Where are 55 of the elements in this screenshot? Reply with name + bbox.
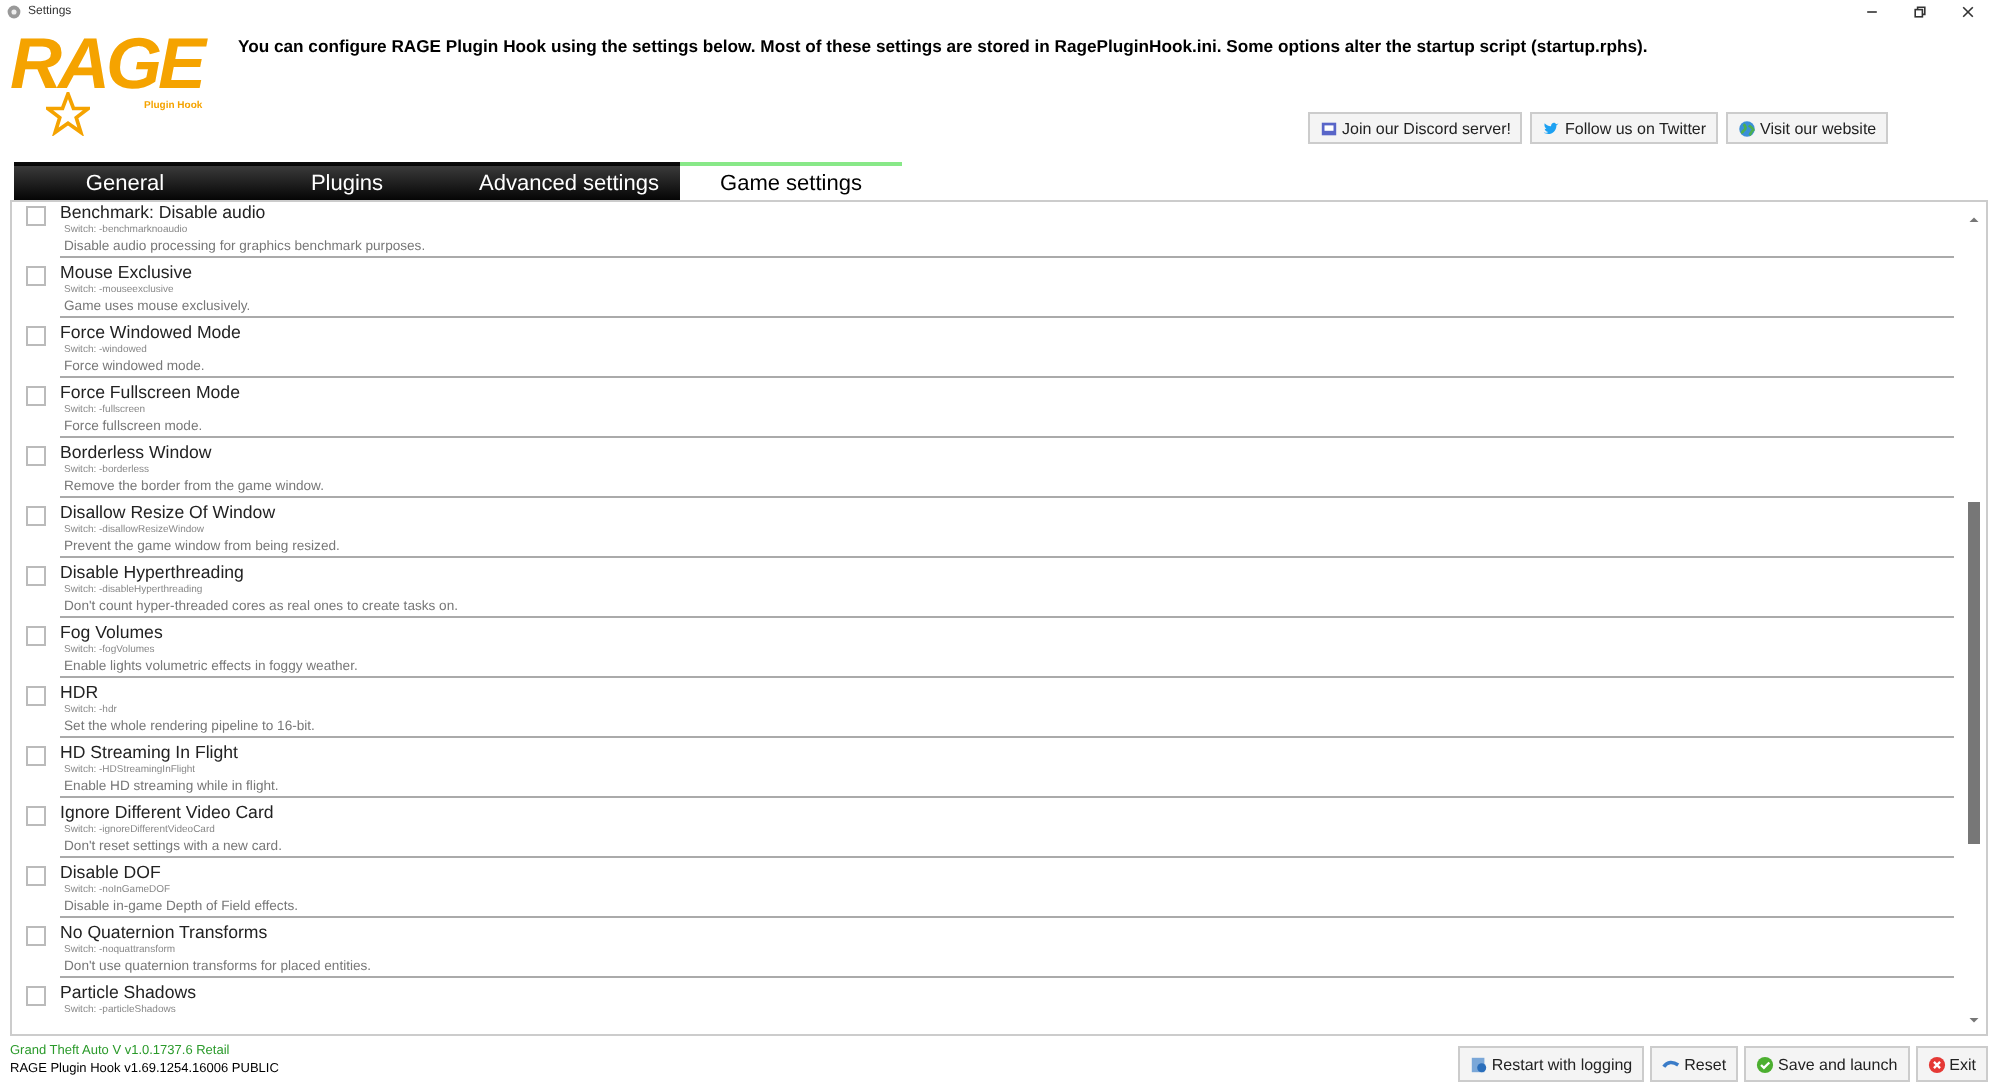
tab[interactable]: General — [14, 162, 236, 200]
bird-icon — [1542, 119, 1561, 137]
close-circle-icon — [1927, 1055, 1946, 1073]
setting-title: No Quaternion Transforms — [60, 922, 268, 944]
globe-icon — [1738, 119, 1757, 137]
setting-title: HD Streaming In Flight — [60, 742, 238, 764]
setting-title: Ignore Different Video Card — [60, 802, 274, 824]
checkbox[interactable] — [26, 506, 46, 526]
gear-icon — [6, 4, 22, 20]
tab[interactable]: Plugins — [236, 162, 458, 200]
setting-title: Borderless Window — [60, 442, 212, 464]
tab[interactable]: Advanced settings — [458, 162, 680, 200]
document-icon — [1469, 1055, 1488, 1073]
setting-title: Benchmark: Disable audio — [60, 202, 266, 224]
footer-button[interactable]: Save and launch — [1744, 1046, 1910, 1082]
checkbox[interactable] — [26, 746, 46, 766]
checkbox[interactable] — [26, 806, 46, 826]
setting-title: Disable DOF — [60, 862, 161, 884]
footer-button[interactable]: Restart with logging — [1457, 1046, 1645, 1082]
link-button[interactable]: Join our Discord server! — [1308, 112, 1523, 144]
setting-title: Particle Shadows — [60, 982, 196, 1004]
scroll-thumb[interactable] — [1968, 502, 1980, 844]
close-icon[interactable] — [1960, 4, 1976, 20]
checkbox[interactable] — [26, 446, 46, 466]
logo-text: RAGE — [10, 28, 203, 100]
scroll-up-icon[interactable] — [1968, 214, 1980, 224]
footer-button[interactable]: Reset — [1650, 1046, 1739, 1082]
checkbox[interactable] — [26, 986, 46, 1006]
link-button[interactable]: Visit our website — [1726, 112, 1889, 144]
footer-button[interactable]: Exit — [1915, 1046, 1988, 1082]
undo-icon — [1662, 1055, 1681, 1073]
star-icon — [46, 92, 90, 136]
setting-title: Force Fullscreen Mode — [60, 382, 240, 404]
checkbox[interactable] — [26, 386, 46, 406]
setting-title: Mouse Exclusive — [60, 262, 193, 284]
setting-title: HDR — [60, 682, 99, 704]
setting-title: Fog Volumes — [60, 622, 163, 644]
check-circle-icon — [1756, 1055, 1775, 1073]
setting-title: Disallow Resize Of Window — [60, 502, 276, 524]
checkbox[interactable] — [26, 866, 46, 886]
checkbox[interactable] — [26, 266, 46, 286]
checkbox[interactable] — [26, 686, 46, 706]
checkbox[interactable] — [26, 626, 46, 646]
checkbox[interactable] — [26, 566, 46, 586]
link-button[interactable]: Follow us on Twitter — [1530, 112, 1719, 144]
restore-icon[interactable] — [1912, 4, 1928, 20]
tab[interactable]: Game settings — [680, 162, 902, 200]
setting-title: Disable Hyperthreading — [60, 562, 244, 584]
chat-icon — [1320, 119, 1338, 137]
scroll-down-icon[interactable] — [1968, 1016, 1980, 1026]
intro-text: You can configure RAGE Plugin Hook using the settings below. Most of these settings are stored in RagePluginHook.ini. Some options alter the startup script (startup.rphs). — [238, 36, 1650, 56]
checkbox[interactable] — [26, 926, 46, 946]
checkbox[interactable] — [26, 206, 46, 226]
setting-title: Force Windowed Mode — [60, 322, 241, 344]
checkbox[interactable] — [26, 326, 46, 346]
